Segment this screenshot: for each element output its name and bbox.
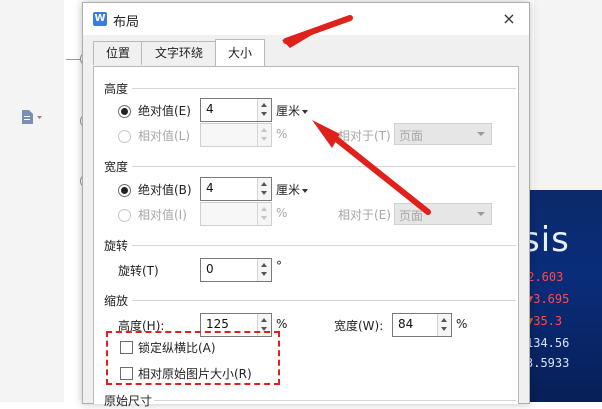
annotation-arrow bbox=[312, 120, 340, 148]
annotation-arrows bbox=[282, 15, 431, 215]
annotation-arrow bbox=[327, 131, 431, 215]
annotation-arrow bbox=[283, 15, 353, 44]
